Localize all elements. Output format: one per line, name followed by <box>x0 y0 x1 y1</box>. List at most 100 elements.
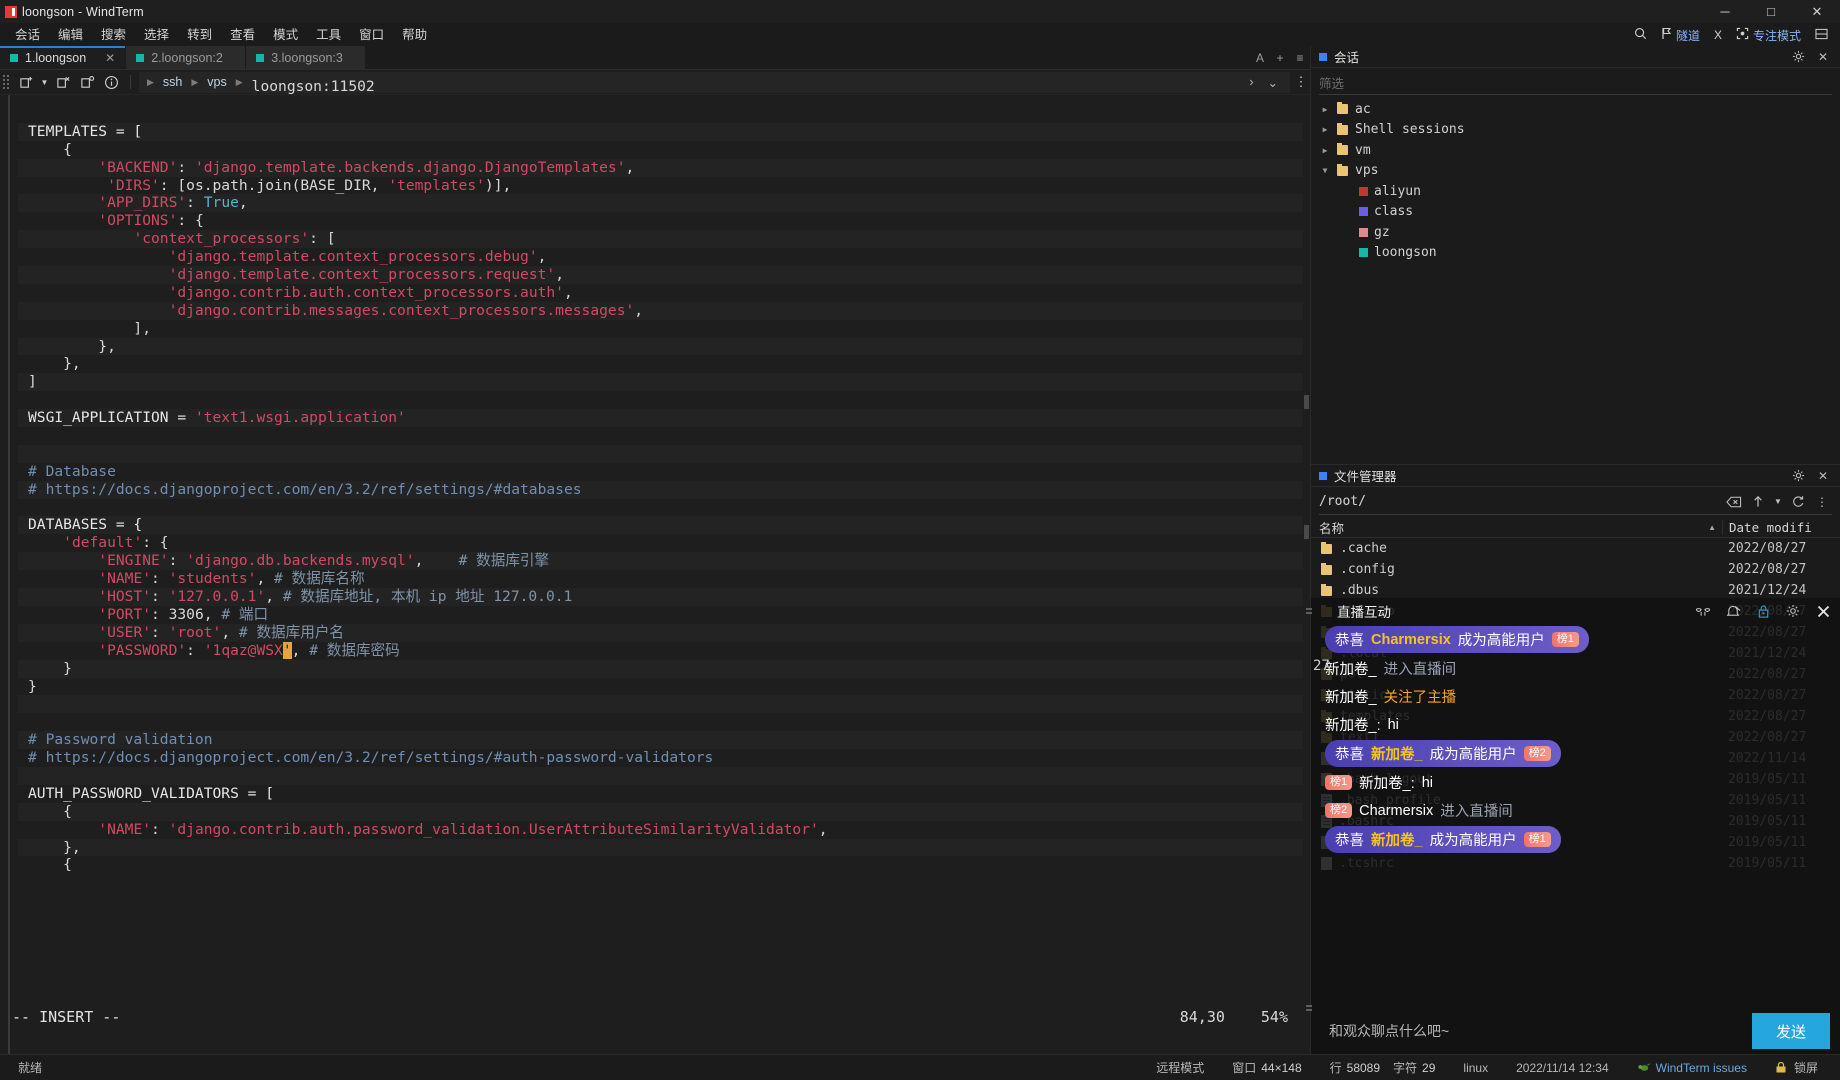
up-icon[interactable] <box>1748 492 1768 512</box>
chat-action: 关注了主播 <box>1383 690 1457 706</box>
menu-search[interactable]: 搜索 <box>92 24 135 46</box>
breadcrumb-host[interactable]: loongson:11502 <box>247 68 1242 96</box>
caret-down-icon[interactable]: ▼ <box>1772 492 1784 512</box>
menu-view[interactable]: 查看 <box>221 24 264 46</box>
status-chars-value: 29 <box>1422 1060 1436 1075</box>
tunnel-button[interactable]: 隧道 <box>1655 25 1706 45</box>
search-button[interactable] <box>1628 25 1653 45</box>
status-bar: 就绪 远程模式 窗口 44×148 行 58089 字符 29 linux 20… <box>0 1054 1840 1080</box>
session-tree-item[interactable]: aliyun <box>1311 181 1840 202</box>
breadcrumb[interactable]: ▶ ssh ▶ vps ▶ loongson:11502 › ⌄ <box>139 71 1290 95</box>
gear-icon[interactable] <box>1789 47 1807 67</box>
refresh-icon[interactable] <box>1788 492 1808 512</box>
sessions-tree[interactable]: ▶ ac ▶ Shell sessions ▶ vm ▼ vps aliyun class gz lo… <box>1311 95 1840 464</box>
chat-splitter[interactable] <box>1305 598 1313 624</box>
chevron-right-icon[interactable]: ▶ <box>1319 146 1331 155</box>
chat-messages[interactable]: 恭喜 Charmersix 成为高能用户 榜1 新加卷_ 进入直播间 新加卷_ 关注了主播 新加… <box>1311 624 1840 1008</box>
new-tab-caret-down-icon[interactable]: ▼ <box>39 78 50 87</box>
code-token: : 3306, <box>151 605 222 623</box>
maximize-button[interactable]: □ <box>1748 0 1794 24</box>
status-os[interactable]: linux <box>1449 1061 1502 1075</box>
column-date-header[interactable]: Date modifi <box>1722 519 1840 535</box>
tab-1-loongson[interactable]: 1.loongson ✕ <box>0 46 127 69</box>
menu-tools[interactable]: 工具 <box>307 24 350 46</box>
toolbar-grip[interactable] <box>3 74 11 90</box>
terminal-line: }, <box>18 838 1310 857</box>
tab-menu-button[interactable]: ≡ <box>1290 46 1310 69</box>
minimize-button[interactable]: ─ <box>1702 0 1748 24</box>
close-icon[interactable]: ✕ <box>1814 47 1832 67</box>
breadcrumb-vps[interactable]: vps <box>202 75 231 89</box>
terminal-output[interactable]: TEMPLATES = [ { 'BACKEND': 'django.templ… <box>18 95 1310 1054</box>
menu-select[interactable]: 选择 <box>135 24 178 46</box>
font-size-button[interactable]: A <box>1250 46 1270 69</box>
status-chars-label: 字符 <box>1393 1061 1418 1075</box>
session-tree-item[interactable]: loongson <box>1311 243 1840 264</box>
chat-username: Charmersix <box>1371 631 1451 648</box>
session-tree-item[interactable]: class <box>1311 202 1840 223</box>
column-name-header[interactable]: 名称 ▲ <box>1311 518 1722 537</box>
close-icon[interactable]: ✕ <box>93 51 115 65</box>
status-lock-screen[interactable]: 锁屏 <box>1761 1059 1832 1076</box>
terminal-line: DATABASES = { <box>18 516 1310 535</box>
gear-icon[interactable] <box>1789 466 1807 486</box>
session-tree-item[interactable]: gz <box>1311 222 1840 243</box>
info-icon[interactable] <box>100 72 122 93</box>
close-icon[interactable]: ✕ <box>1814 466 1832 486</box>
sessions-filter-input[interactable]: 筛选 <box>1319 71 1832 95</box>
menu-window[interactable]: 窗口 <box>350 24 393 46</box>
chat-input[interactable]: 和观众聊点什么吧~ <box>1329 1015 1742 1047</box>
terminal-scrollbar[interactable] <box>1303 95 1310 1054</box>
file-row[interactable]: .cache 2022/08/27 <box>1311 538 1840 559</box>
x-server-button[interactable]: X <box>1708 25 1728 45</box>
status-remote-mode[interactable]: 远程模式 <box>1142 1059 1218 1076</box>
session-tree-item[interactable]: ▼ vps <box>1311 161 1840 182</box>
session-tree-item[interactable]: ▶ Shell sessions <box>1311 120 1840 141</box>
status-issues-label[interactable]: WindTerm issues <box>1656 1061 1747 1075</box>
clear-icon[interactable] <box>1724 492 1744 512</box>
menu-edit[interactable]: 编辑 <box>49 24 92 46</box>
menu-goto[interactable]: 转到 <box>178 24 221 46</box>
tab-3-loongson-3[interactable]: 3.loongson:3 <box>246 46 367 69</box>
chat-input-splitter[interactable] <box>1305 1002 1313 1014</box>
chevron-down-icon[interactable]: ▼ <box>1319 166 1331 175</box>
main-body: 1.loongson ✕ 2.loongson:2 3.loongson:3 A… <box>0 46 1840 1054</box>
close-tab-icon[interactable] <box>52 72 74 93</box>
session-tree-item[interactable]: ▶ vm <box>1311 140 1840 161</box>
status-issues-link[interactable]: WindTerm issues <box>1623 1061 1761 1075</box>
code-token: WSGI_APPLICATION = <box>28 409 195 427</box>
status-rows[interactable]: 行 58089 字符 29 <box>1316 1059 1450 1076</box>
close-icon[interactable] <box>1812 600 1834 622</box>
breadcrumb-go-icon[interactable]: › <box>1243 75 1259 89</box>
menu-session[interactable]: 会话 <box>6 24 49 46</box>
session-tree-item[interactable]: ▶ ac <box>1311 99 1840 120</box>
code-token: 'USER' <box>98 623 152 641</box>
breadcrumb-ssh[interactable]: ssh <box>158 75 187 89</box>
chevron-right-icon[interactable]: ▶ <box>1319 125 1331 134</box>
bell-off-icon[interactable] <box>1722 600 1744 622</box>
breadcrumb-expand-icon[interactable]: ⌄ <box>1262 75 1284 90</box>
new-tab-icon[interactable] <box>15 72 37 93</box>
gift-icon[interactable] <box>1692 600 1714 622</box>
menu-mode[interactable]: 模式 <box>264 24 307 46</box>
add-tab-button[interactable]: + <box>1270 46 1290 69</box>
focus-mode-button[interactable]: 专注模式 <box>1730 25 1807 45</box>
layout-button[interactable] <box>1809 25 1834 45</box>
menu-help[interactable]: 帮助 <box>393 24 436 46</box>
tab-2-loongson-2[interactable]: 2.loongson:2 <box>126 46 247 69</box>
gear-icon[interactable] <box>1782 600 1804 622</box>
more-icon[interactable]: ⋮ <box>1812 492 1832 512</box>
close-button[interactable]: ✕ <box>1794 0 1840 24</box>
chevron-right-icon[interactable]: ▶ <box>1319 105 1331 114</box>
duplicate-tab-icon[interactable] <box>76 72 98 93</box>
file-row[interactable]: .config 2022/08/27 <box>1311 559 1840 580</box>
status-window-size[interactable]: 窗口 44×148 <box>1218 1059 1315 1076</box>
title-bar: loongson - WindTerm ─ □ ✕ <box>0 0 1840 24</box>
send-button[interactable]: 发送 <box>1752 1013 1830 1049</box>
chat-header: 直播互动 <box>1311 598 1840 624</box>
toolbar-overflow-icon[interactable]: ⋮ <box>1292 74 1310 90</box>
status-datetime[interactable]: 2022/11/14 12:34 <box>1502 1061 1623 1075</box>
lock-icon[interactable] <box>1752 600 1774 622</box>
path-input[interactable]: /root/ <box>1319 494 1720 509</box>
